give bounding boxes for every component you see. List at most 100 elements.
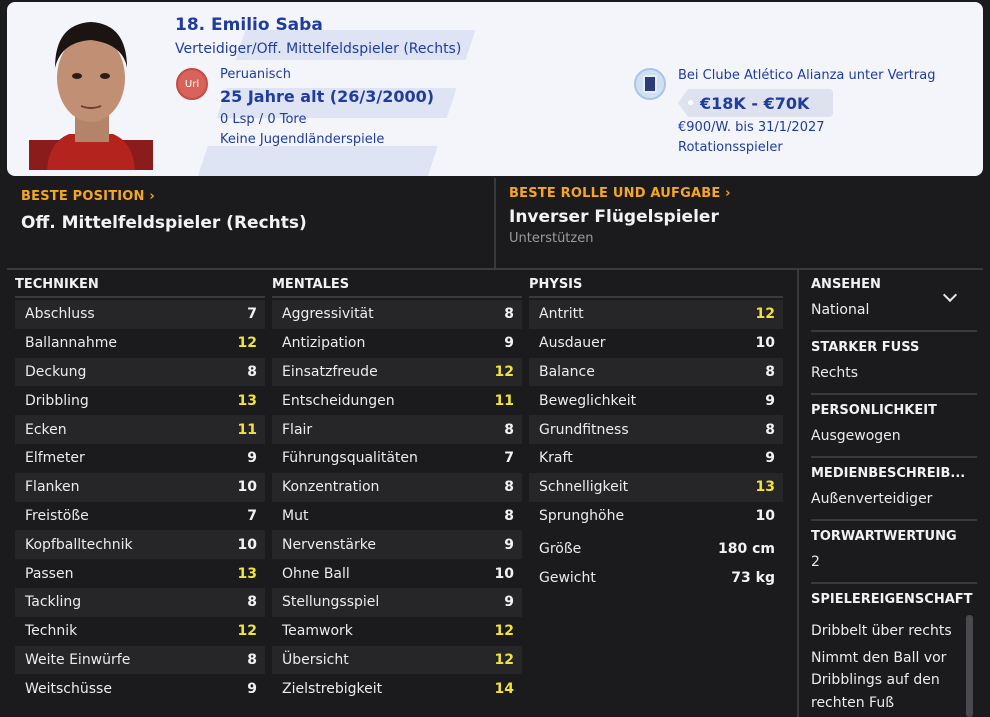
body-measure-value: 73 kg	[731, 569, 775, 586]
attribute-row[interactable]: Weitschüsse 9	[15, 674, 265, 703]
attribute-value: 13	[755, 479, 775, 496]
trait-item[interactable]: Nimmt den Ball vor Dribblings auf den re…	[811, 647, 967, 715]
personality-label: PERSÖNLICHKEIT	[811, 403, 937, 418]
attribute-name: Schnelligkeit	[539, 479, 629, 496]
attribute-name: Kopfballtechnik	[25, 536, 133, 553]
attribute-row[interactable]: Flanken 10	[15, 472, 265, 502]
attribute-row[interactable]: Antizipation 9	[272, 329, 522, 358]
attribute-value: 10	[755, 335, 775, 352]
attribute-row[interactable]: Stellungsspiel 9	[272, 587, 522, 617]
attribute-row[interactable]: Balance 8	[529, 357, 783, 387]
best-position-label[interactable]: BESTE POSITION ›	[21, 189, 155, 204]
attribute-name: Ballannahme	[25, 335, 117, 352]
attribute-value: 8	[247, 594, 257, 611]
attribute-value: 12	[494, 363, 514, 380]
contract-wage: €900/W. bis 31/1/2027	[678, 120, 825, 135]
attribute-row[interactable]: Technik 12	[15, 617, 265, 646]
attribute-value: 8	[765, 363, 775, 380]
divider	[811, 330, 977, 332]
attribute-value: 9	[247, 680, 257, 697]
attribute-name: Sprunghöhe	[539, 507, 625, 524]
attribute-row[interactable]: Führungsqualitäten 7	[272, 444, 522, 473]
attribute-name: Tackling	[25, 594, 82, 611]
attribute-row[interactable]: Deckung 8	[15, 357, 265, 387]
nation-badge-text: Url	[184, 78, 200, 90]
attribute-row[interactable]: Mut 8	[272, 502, 522, 531]
best-role-value: Inverser Flügelspieler	[509, 207, 719, 227]
player-nationality[interactable]: Peruanisch	[220, 67, 291, 82]
attribute-row[interactable]: Ecken 11	[15, 415, 265, 444]
attribute-value: 12	[494, 651, 514, 668]
preferred-foot-label: STARKER FUSS	[811, 340, 920, 355]
divider	[811, 456, 977, 458]
divider	[811, 393, 977, 395]
body-measure-value: 180 cm	[718, 540, 775, 557]
attribute-row[interactable]: Ausdauer 10	[529, 329, 783, 358]
nation-flag-icon[interactable]: Url	[176, 68, 208, 100]
contract-club[interactable]: Bei Clube Atlético Alianza unter Vertrag	[678, 68, 935, 83]
attribute-row[interactable]: Tackling 8	[15, 587, 265, 617]
body-measure-row: Größe 180 cm	[529, 534, 783, 563]
attribute-name: Teamwork	[282, 623, 353, 640]
divider	[811, 582, 977, 584]
trait-item[interactable]: Dribbelt über rechts	[811, 620, 967, 643]
goalkeeper-rating-label: TORWARTWERTUNG	[811, 529, 957, 544]
attribute-row[interactable]: Abschluss 7	[15, 300, 265, 329]
attribute-row[interactable]: Schnelligkeit 13	[529, 472, 783, 502]
attribute-row[interactable]: Elfmeter 9	[15, 444, 265, 473]
player-age: 25 Jahre alt (26/3/2000)	[220, 87, 435, 106]
physical-attribute-list: Antritt 12 Ausdauer 10 Balance 8 Beweglichkeit…	[529, 300, 783, 592]
attribute-row[interactable]: Grundfitness 8	[529, 415, 783, 444]
media-description-label: MEDIENBESCHREIB...	[811, 466, 966, 481]
attribute-value: 8	[504, 306, 514, 323]
attribute-name: Mut	[282, 507, 309, 524]
attribute-value: 12	[494, 623, 514, 640]
attribute-row[interactable]: Teamwork 12	[272, 617, 522, 646]
attribute-value: 8	[504, 479, 514, 496]
attribute-row[interactable]: Beweglichkeit 9	[529, 386, 783, 415]
attribute-row[interactable]: Dribbling 13	[15, 386, 265, 415]
attribute-name: Grundfitness	[539, 421, 629, 438]
attribute-row[interactable]: Sprunghöhe 10	[529, 502, 783, 531]
attribute-value: 9	[765, 450, 775, 467]
attribute-row[interactable]: Kraft 9	[529, 444, 783, 473]
attribute-row[interactable]: Übersicht 12	[272, 645, 522, 675]
attribute-value: 9	[504, 335, 514, 352]
mental-attribute-list: Aggressivität 8 Antizipation 9 Einsatzfreude…	[272, 300, 522, 703]
player-traits-list: Dribbelt über rechts Nimmt den Ball vor …	[811, 620, 967, 717]
best-role-label[interactable]: BESTE ROLLE UND AUFGABE ›	[509, 186, 731, 201]
attribute-row[interactable]: Ohne Ball 10	[272, 559, 522, 588]
squad-status: Rotationsspieler	[678, 140, 783, 155]
attribute-row[interactable]: Passen 13	[15, 559, 265, 588]
attribute-row[interactable]: Konzentration 8	[272, 472, 522, 502]
attribute-row[interactable]: Freistöße 7	[15, 502, 265, 531]
divider	[272, 296, 522, 298]
attribute-row[interactable]: Kopfballtechnik 10	[15, 530, 265, 560]
attribute-value: 10	[237, 536, 257, 553]
attribute-row[interactable]: Ballannahme 12	[15, 329, 265, 358]
media-description-value: Außenverteidiger	[811, 491, 933, 507]
attribute-name: Freistöße	[25, 507, 89, 524]
attribute-value: 7	[247, 306, 257, 323]
attribute-value: 13	[237, 392, 257, 409]
body-measure-name: Größe	[539, 540, 582, 557]
divider	[7, 268, 983, 270]
attribute-name: Ohne Ball	[282, 565, 350, 582]
preferred-foot-value: Rechts	[811, 365, 859, 381]
attribute-row[interactable]: Nervenstärke 9	[272, 530, 522, 560]
attribute-row[interactable]: Entscheidungen 11	[272, 386, 522, 415]
attribute-row[interactable]: Antritt 12	[529, 300, 783, 329]
attribute-row[interactable]: Aggressivität 8	[272, 300, 522, 329]
attribute-name: Weitschüsse	[25, 680, 112, 697]
attribute-row[interactable]: Einsatzfreude 12	[272, 357, 522, 387]
attribute-name: Ausdauer	[539, 335, 606, 352]
attribute-name: Kraft	[539, 450, 573, 467]
attribute-name: Deckung	[25, 363, 87, 380]
attribute-name: Balance	[539, 363, 595, 380]
attribute-row[interactable]: Zielstrebigkeit 14	[272, 674, 522, 703]
attribute-value: 9	[765, 392, 775, 409]
club-crest-icon[interactable]	[634, 68, 666, 100]
attribute-row[interactable]: Weite Einwürfe 8	[15, 645, 265, 675]
attribute-row[interactable]: Flair 8	[272, 415, 522, 444]
traits-scrollbar[interactable]	[966, 615, 973, 717]
